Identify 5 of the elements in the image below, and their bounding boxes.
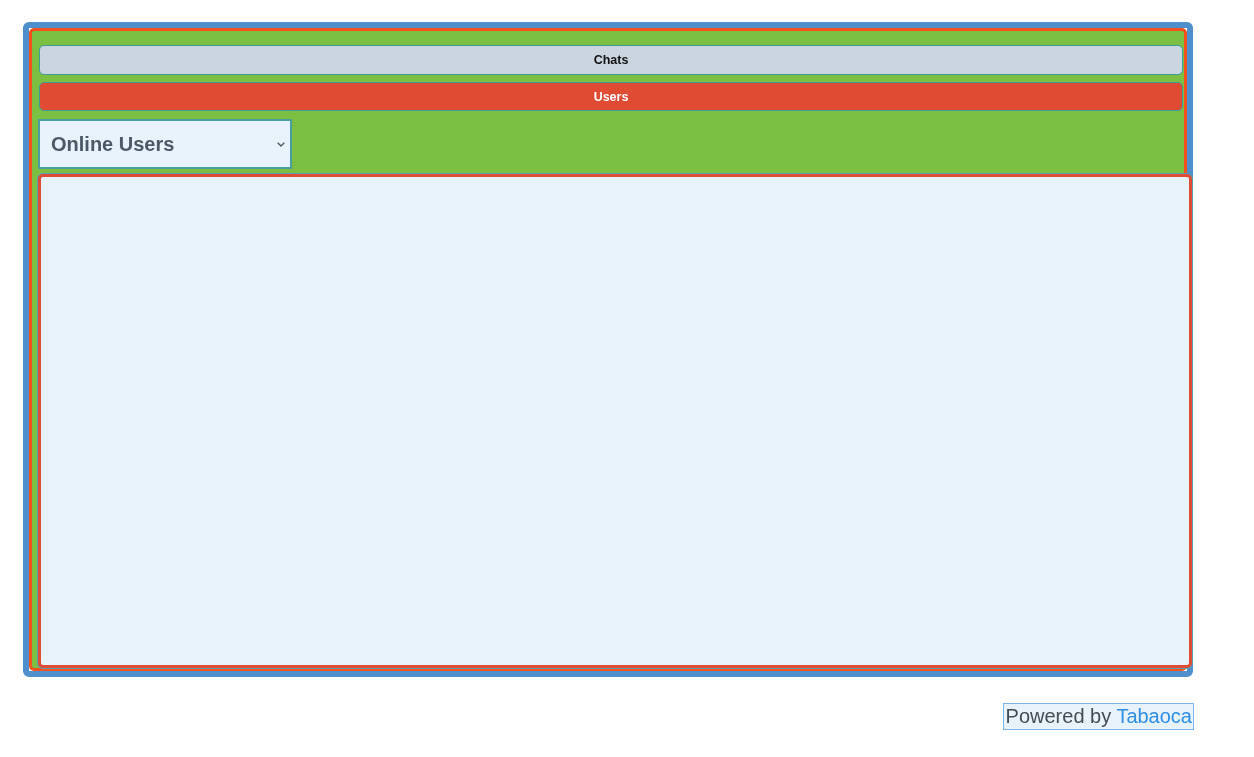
user-filter-select[interactable]: Online Users	[38, 119, 292, 169]
chevron-down-icon	[277, 141, 285, 147]
tab-button[interactable]: Users	[39, 82, 1183, 111]
tab-button[interactable]: Chats	[39, 45, 1183, 75]
powered-by-credit: Powered by Tabaoca	[1002, 703, 1194, 730]
